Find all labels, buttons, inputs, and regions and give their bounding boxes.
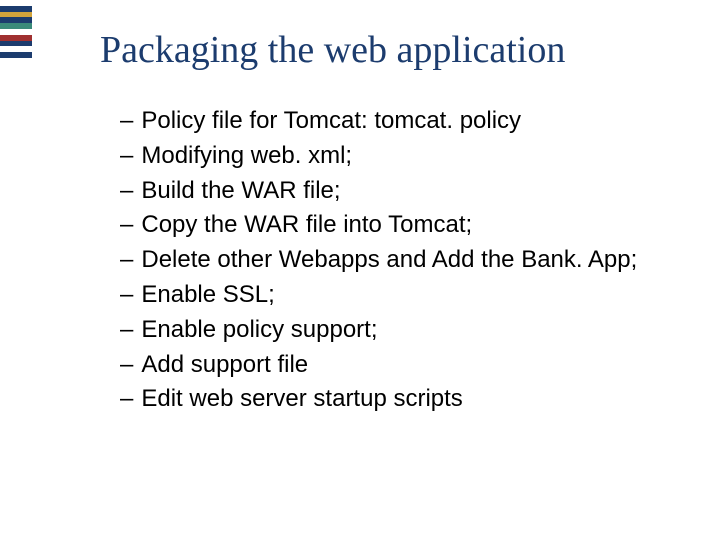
bullet-text: Modifying web. xml; xyxy=(141,139,352,174)
list-item: – Delete other Webapps and Add the Bank.… xyxy=(120,243,660,278)
bullet-dash: – xyxy=(120,382,133,417)
list-item: – Add support file xyxy=(120,348,660,383)
decorative-stripe xyxy=(0,0,32,58)
bullet-text: Delete other Webapps and Add the Bank. A… xyxy=(141,243,637,278)
bullet-dash: – xyxy=(120,313,133,348)
list-item: – Policy file for Tomcat: tomcat. policy xyxy=(120,104,660,139)
list-item: – Enable SSL; xyxy=(120,278,660,313)
bullet-dash: – xyxy=(120,139,133,174)
bullet-dash: – xyxy=(120,174,133,209)
bullet-dash: – xyxy=(120,243,133,278)
list-item: – Modifying web. xml; xyxy=(120,139,660,174)
bullet-text: Copy the WAR file into Tomcat; xyxy=(141,208,472,243)
bullet-text: Enable SSL; xyxy=(141,278,274,313)
slide-title: Packaging the web application xyxy=(100,28,565,72)
bullet-text: Policy file for Tomcat: tomcat. policy xyxy=(141,104,521,139)
bullet-text: Edit web server startup scripts xyxy=(141,382,462,417)
bullet-dash: – xyxy=(120,104,133,139)
list-item: – Enable policy support; xyxy=(120,313,660,348)
bullet-dash: – xyxy=(120,208,133,243)
bullet-text: Enable policy support; xyxy=(141,313,377,348)
list-item: – Build the WAR file; xyxy=(120,174,660,209)
bullet-text: Build the WAR file; xyxy=(141,174,340,209)
list-item: – Edit web server startup scripts xyxy=(120,382,660,417)
bullet-text: Add support file xyxy=(141,348,308,383)
bullet-dash: – xyxy=(120,348,133,383)
list-item: – Copy the WAR file into Tomcat; xyxy=(120,208,660,243)
bullet-dash: – xyxy=(120,278,133,313)
bullet-list: – Policy file for Tomcat: tomcat. policy… xyxy=(120,104,660,417)
